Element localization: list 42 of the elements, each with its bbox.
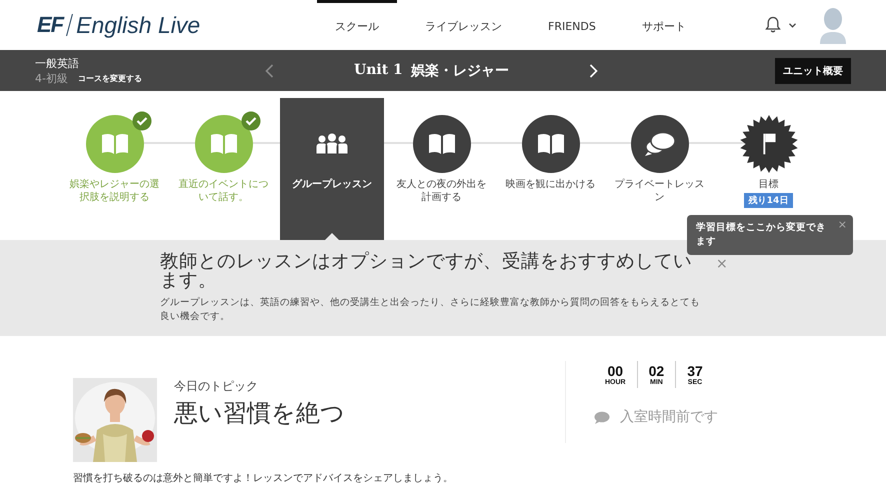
course-name: 一般英語 — [35, 56, 80, 70]
logo-text[interactable]: English Live — [76, 12, 200, 38]
topic-kicker: 今日のトピック — [174, 378, 259, 395]
current-step-panel[interactable]: グループレッスン — [280, 98, 384, 240]
change-course-link[interactable]: コースを変更する — [78, 72, 142, 84]
topic-title: 悪い習慣を絶つ — [174, 398, 345, 429]
chat-bubbles-icon — [644, 131, 676, 157]
book-icon — [100, 133, 128, 155]
days-left-badge: 残り14日 — [744, 193, 794, 208]
bell-icon[interactable] — [765, 16, 781, 34]
step-label[interactable]: 友人との夜の外出を計画する — [392, 178, 490, 204]
topic-description: 習慣を打ち破るのは意外と簡単ですよ！レッスンでアドバイスをシェアしましょう。 — [73, 472, 454, 485]
chat-icon — [594, 410, 610, 424]
notice-heading: 教師とのレッスンはオプションですが、受講をおすすめしています。 — [160, 252, 693, 291]
room-status: 入室時間前です — [620, 408, 718, 426]
timer-value: 02 — [648, 363, 664, 379]
nav-tab[interactable]: ライブレッスン — [407, 0, 520, 50]
step-label[interactable]: 目標 — [720, 178, 818, 191]
tooltip-text: 学習目標をここから変更できます — [696, 221, 827, 249]
unit-title: 娯楽・レジャー — [410, 62, 509, 80]
chevron-right-icon[interactable] — [588, 64, 598, 78]
flag-badge-icon[interactable] — [740, 113, 798, 175]
nav-tab[interactable]: サポート — [624, 0, 704, 50]
logo-mark[interactable]: EF — [37, 12, 64, 38]
course-level: 4-初級 — [35, 70, 68, 86]
checkmark-icon — [240, 111, 260, 131]
nav-tab[interactable]: FRIENDS — [530, 0, 614, 50]
chevron-left-icon[interactable] — [265, 64, 274, 78]
step-label[interactable]: 映画を観に出かける — [502, 178, 600, 191]
step-label[interactable]: グループレッスン — [283, 178, 381, 191]
book-icon — [536, 133, 564, 155]
book-icon — [210, 133, 238, 155]
unit-overview-button[interactable]: ユニット概要 — [775, 58, 851, 84]
unit-label: Unit 1 — [354, 62, 403, 80]
timer-value: 37 — [687, 363, 703, 379]
group-icon — [315, 133, 349, 155]
step-label[interactable]: プライベートレッスン — [610, 178, 708, 204]
caret-icon[interactable] — [789, 22, 796, 28]
book-icon — [428, 133, 456, 155]
notice-text: グループレッスンは、英語の練習や、他の受講生と出会ったり、さらに経験豊富な教師から質問の回答をもらえるとても良い機会です。 — [160, 296, 701, 324]
timer-value: 00 — [608, 363, 624, 379]
checkmark-icon — [132, 111, 152, 131]
